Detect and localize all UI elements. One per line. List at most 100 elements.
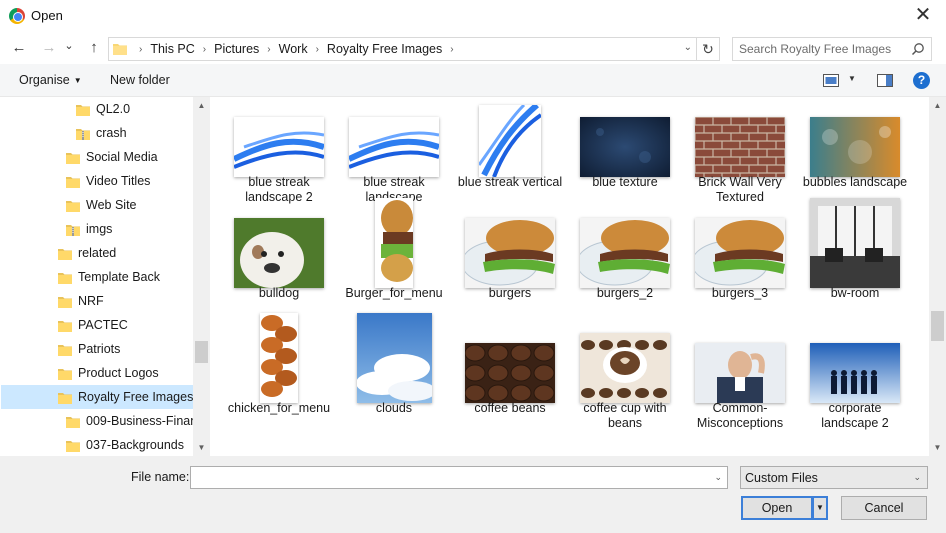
tree-item-label: Royalty Free Images	[78, 390, 193, 404]
zip-folder-icon	[76, 128, 90, 140]
tree-item[interactable]: Web Site	[1, 193, 193, 217]
open-button[interactable]: Open	[741, 496, 813, 520]
scroll-up-icon[interactable]: ▲	[193, 97, 210, 114]
file-tile[interactable]: coffee cup with beans	[569, 323, 681, 435]
cancel-button[interactable]: Cancel	[841, 496, 927, 520]
tree-item-label: related	[78, 246, 117, 260]
close-button[interactable]: ✕	[900, 0, 946, 32]
recent-locations-icon[interactable]: ⌄	[62, 35, 76, 57]
breadcrumb-item[interactable]: This PC	[150, 42, 194, 56]
file-name-field[interactable]: ⌄	[190, 466, 728, 489]
scroll-down-icon[interactable]: ▼	[929, 439, 946, 456]
file-tile[interactable]: bw-room	[799, 198, 911, 320]
file-tile[interactable]: chicken_for_menu	[223, 313, 335, 435]
file-type-select[interactable]: Custom Files ⌄	[740, 466, 928, 489]
address-bar[interactable]: › This PC › Pictures › Work › Royalty Free Imag…	[108, 37, 697, 61]
blue-streak-vertical-thumbnail	[479, 105, 541, 177]
tree-item-label: imgs	[86, 222, 113, 236]
open-options-button[interactable]: ▼	[812, 496, 828, 520]
file-name-text: blue texture	[592, 175, 658, 189]
file-name-input[interactable]	[195, 470, 705, 485]
file-tile[interactable]: coffee beans	[454, 323, 566, 435]
folder-icon	[58, 368, 72, 380]
file-name-text: Burger_for_menu	[345, 286, 443, 300]
help-icon[interactable]: ?	[913, 72, 930, 89]
bubbles-thumbnail	[810, 117, 900, 177]
search-input[interactable]	[739, 41, 907, 57]
tree-item[interactable]: related	[1, 241, 193, 265]
scrollbar-thumb[interactable]	[931, 311, 944, 341]
bw-room-thumbnail	[810, 198, 900, 288]
preview-pane-icon[interactable]	[877, 74, 893, 87]
tree-item[interactable]: Social Media	[1, 145, 193, 169]
file-tile[interactable]: Common-Misconceptions	[684, 323, 796, 435]
thumbnail-frame	[799, 323, 911, 403]
breadcrumb-separator-icon[interactable]: ›	[267, 44, 270, 55]
file-tile[interactable]: corporate landscape 2	[799, 323, 911, 435]
title-bar: Open ✕	[0, 0, 946, 32]
tree-item[interactable]: Template Back	[1, 265, 193, 289]
breadcrumb-separator-icon[interactable]: ›	[139, 44, 142, 55]
thumbnail-frame	[684, 97, 796, 177]
tree-item-label: NRF	[78, 294, 104, 308]
tree-item[interactable]: imgs	[1, 217, 193, 241]
file-tile[interactable]: blue streak vertical	[454, 97, 566, 209]
tree-item-label: Template Back	[78, 270, 160, 284]
breadcrumb-separator-icon[interactable]: ›	[203, 44, 206, 55]
search-box[interactable]	[732, 37, 932, 61]
breadcrumb-item[interactable]: Pictures	[214, 42, 259, 56]
thumbnail-frame	[223, 97, 335, 177]
file-tile[interactable]: bubbles landscape	[799, 97, 911, 209]
chrome-icon	[9, 8, 25, 24]
breadcrumb-item[interactable]: Work	[279, 42, 308, 56]
breadcrumb-separator-icon[interactable]: ›	[450, 44, 453, 55]
file-tile[interactable]: Brick Wall Very Textured	[684, 97, 796, 209]
file-tile[interactable]: burgers_3	[684, 208, 796, 320]
forward-arrow-icon[interactable]: →	[38, 37, 60, 59]
scrollbar-thumb[interactable]	[195, 341, 208, 363]
back-arrow-icon[interactable]: ←	[8, 37, 30, 59]
scroll-down-icon[interactable]: ▼	[193, 439, 210, 456]
tree-item[interactable]: Patriots	[1, 337, 193, 361]
file-tile[interactable]: Burger_for_menu	[338, 198, 450, 320]
man-thinking-thumbnail	[695, 343, 785, 403]
file-tile[interactable]: bulldog	[223, 208, 335, 320]
file-tile[interactable]: blue streak landscape	[338, 97, 450, 209]
new-folder-button[interactable]: New folder	[110, 73, 170, 87]
tree-item[interactable]: crash	[1, 121, 193, 145]
tree-item[interactable]: Royalty Free Images	[1, 385, 193, 409]
tree-item[interactable]: PACTEC	[1, 313, 193, 337]
file-tile[interactable]: burgers	[454, 208, 566, 320]
thumbnail-frame	[223, 313, 335, 403]
navigation-pane: QL2.0 crash Social Media Video Titles Web Si…	[0, 97, 210, 456]
tree-item[interactable]: QL2.0	[1, 97, 193, 121]
chevron-down-icon[interactable]: ⌄	[714, 472, 722, 483]
tree-item[interactable]: Product Logos	[1, 361, 193, 385]
view-caret-icon[interactable]: ▼	[848, 74, 856, 83]
up-arrow-icon[interactable]: ↑	[83, 37, 105, 59]
thumbnail-frame	[338, 198, 450, 288]
file-tile[interactable]: burgers_2	[569, 208, 681, 320]
tree-item-label: PACTEC	[78, 318, 128, 332]
navigation-scrollbar[interactable]: ▲ ▼	[193, 97, 210, 456]
file-name-text: coffee cup with beans	[583, 401, 667, 430]
tree-item[interactable]: NRF	[1, 289, 193, 313]
blue-streak-thumbnail	[234, 117, 324, 177]
organise-label: Organise	[19, 73, 70, 87]
file-name-label: File name:	[131, 470, 190, 484]
file-grid-scrollbar[interactable]: ▲ ▼	[929, 97, 946, 456]
refresh-icon[interactable]: ↻	[697, 37, 720, 61]
tree-item[interactable]: 009-Business-Financ	[1, 409, 193, 433]
file-tile[interactable]: clouds	[338, 313, 450, 435]
file-tile[interactable]: blue streak landscape 2	[223, 97, 335, 209]
tree-item[interactable]: 037-Backgrounds	[1, 433, 193, 456]
breadcrumb-separator-icon[interactable]: ›	[316, 44, 319, 55]
breadcrumb-item[interactable]: Royalty Free Images	[327, 42, 442, 56]
chevron-down-icon[interactable]: ⌄	[684, 42, 692, 53]
file-name-text: Common-Misconceptions	[696, 401, 784, 430]
scroll-up-icon[interactable]: ▲	[929, 97, 946, 114]
file-tile[interactable]: blue texture	[569, 97, 681, 209]
organise-button[interactable]: Organise ▼	[19, 73, 82, 87]
view-options-icon[interactable]	[823, 74, 839, 87]
tree-item[interactable]: Video Titles	[1, 169, 193, 193]
